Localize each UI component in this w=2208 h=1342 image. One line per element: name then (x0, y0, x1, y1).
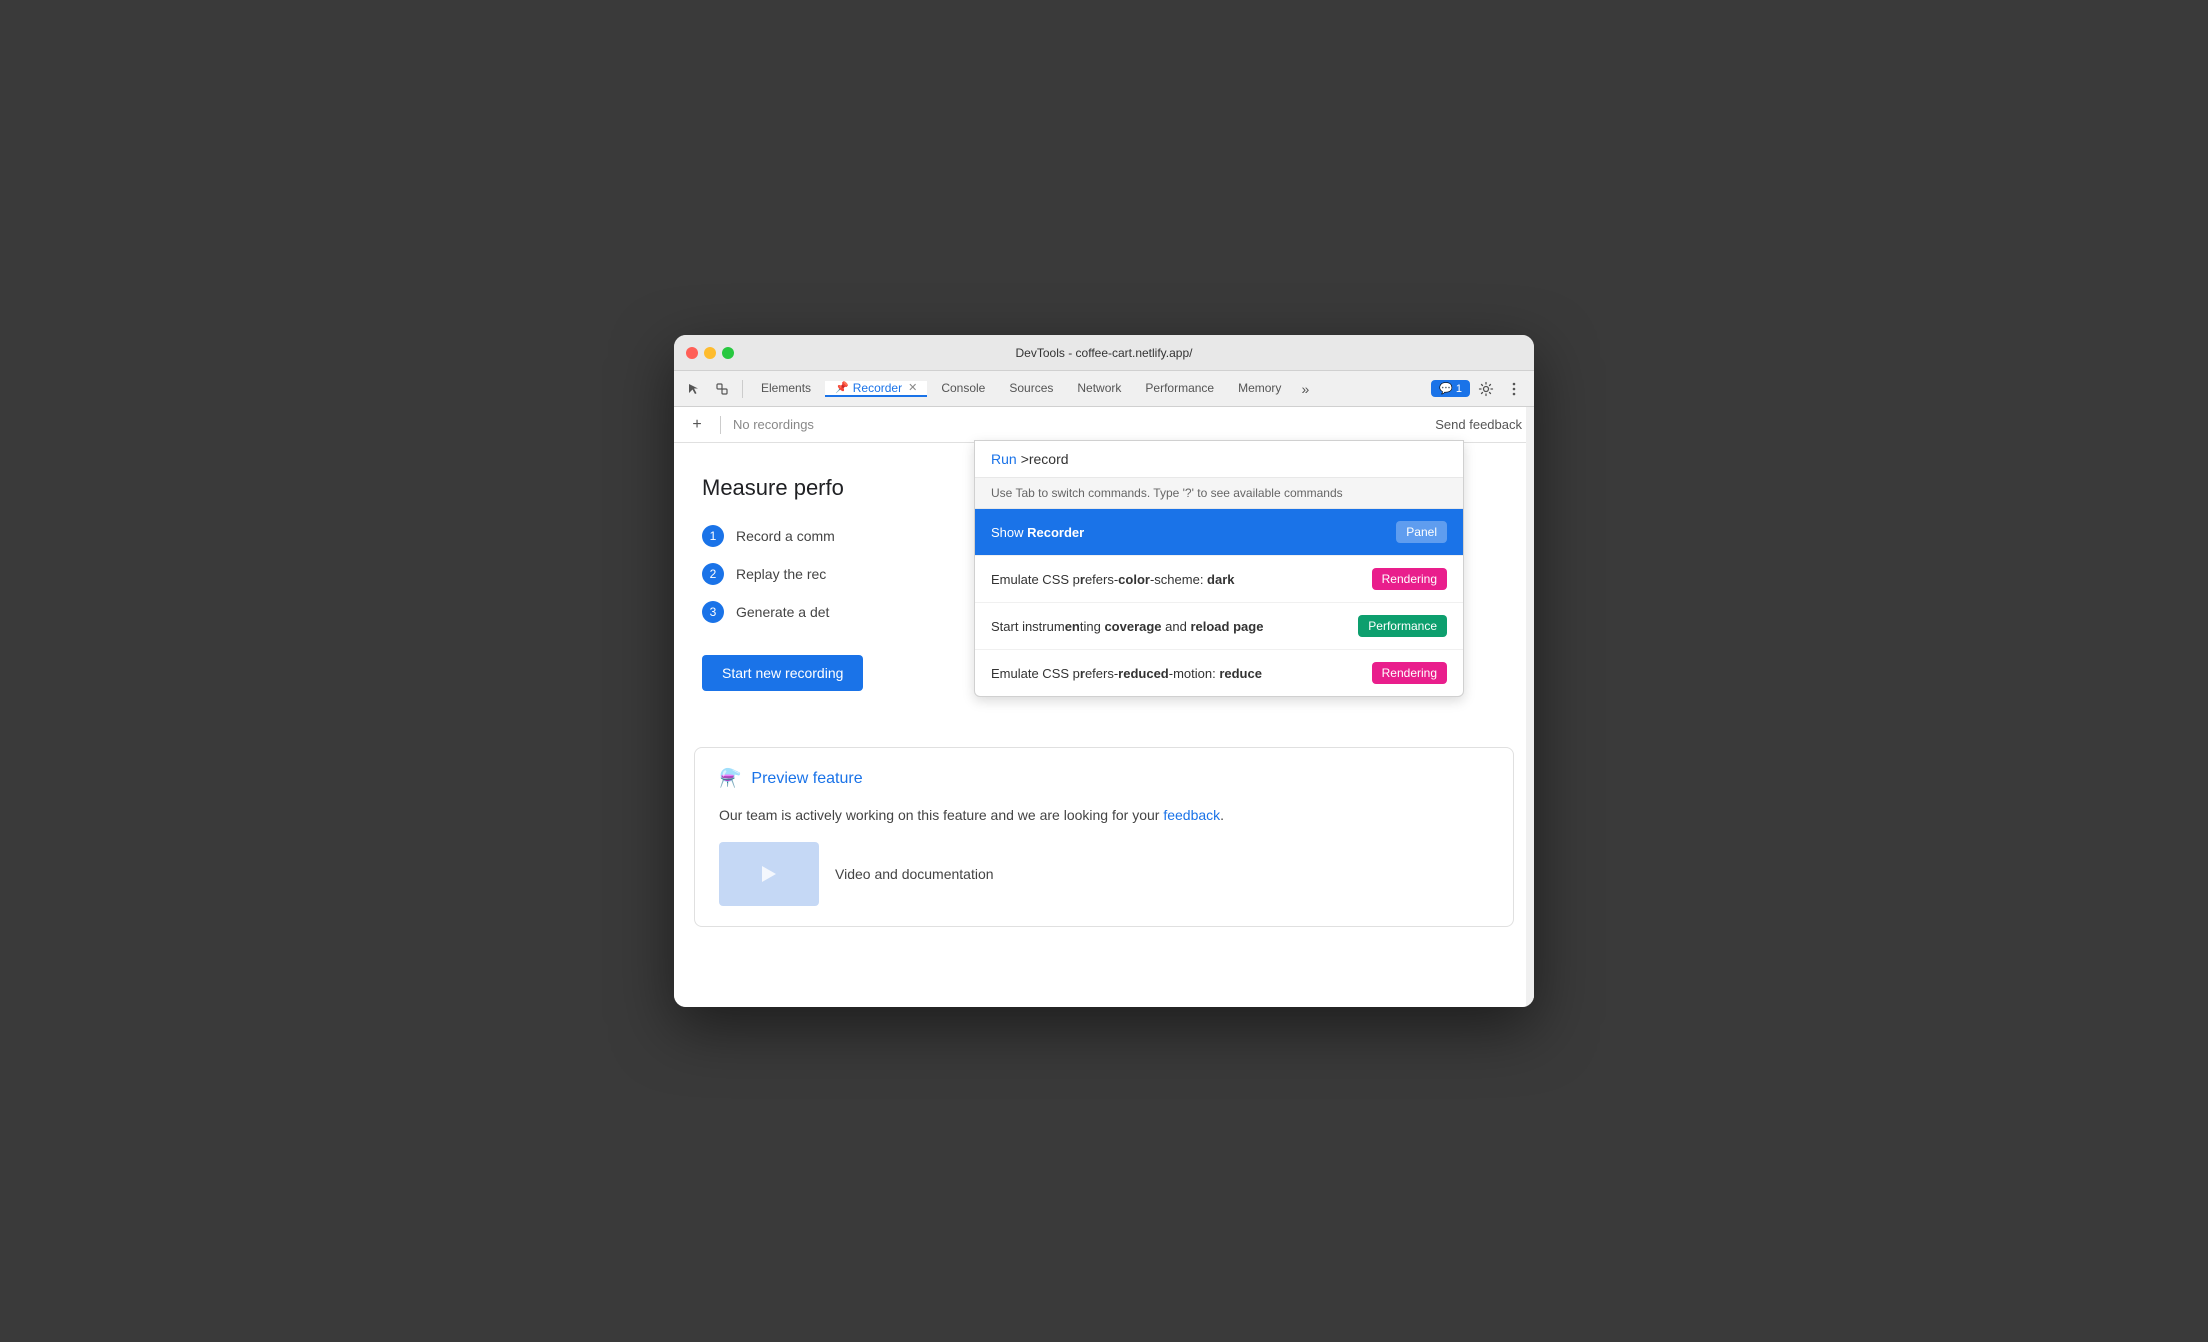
tab-performance[interactable]: Performance (1135, 381, 1224, 397)
performance-badge[interactable]: Performance (1358, 615, 1447, 637)
preview-description: Our team is actively working on this fea… (719, 805, 1489, 826)
chat-icon: 💬 (1439, 382, 1453, 395)
cmd-item-show-recorder[interactable]: Show Recorder Panel (975, 509, 1463, 556)
feedback-link[interactable]: feedback (1163, 807, 1220, 823)
command-items-list: Show Recorder Panel Emulate CSS prefers-… (975, 509, 1463, 696)
title-bar: DevTools - coffee-cart.netlify.app/ (674, 335, 1534, 371)
tab-close-icon[interactable]: ✕ (908, 381, 917, 394)
command-hint: Use Tab to switch commands. Type '?' to … (975, 478, 1463, 509)
devtools-tab-bar: Elements 📌 Recorder ✕ Console Sources Ne… (674, 371, 1534, 407)
settings-icon[interactable] (1474, 377, 1498, 401)
tab-recorder[interactable]: 📌 Recorder ✕ (825, 381, 927, 397)
inspect-icon[interactable] (710, 377, 734, 401)
tab-bar-left: Elements 📌 Recorder ✕ Console Sources Ne… (682, 371, 1429, 406)
command-input-value[interactable]: >record (1021, 451, 1447, 467)
tab-elements[interactable]: Elements (751, 381, 821, 397)
cmd-item-text: Emulate CSS prefers-color-scheme: dark (991, 572, 1372, 587)
toolbar-separator (720, 416, 721, 434)
send-feedback-link[interactable]: Send feedback (1435, 417, 1522, 432)
step-text-3: Generate a det (736, 604, 829, 620)
step-number-3: 3 (702, 601, 724, 623)
panel-badge[interactable]: Panel (1396, 521, 1447, 543)
more-tabs-button[interactable]: » (1295, 381, 1315, 397)
separator (742, 380, 743, 398)
minimize-button[interactable] (704, 347, 716, 359)
cmd-item-coverage[interactable]: Start instrumenting coverage and reload … (975, 603, 1463, 650)
cmd-item-emulate-motion[interactable]: Emulate CSS prefers-reduced-motion: redu… (975, 650, 1463, 696)
step-number-2: 2 (702, 563, 724, 585)
maximize-button[interactable] (722, 347, 734, 359)
tab-memory[interactable]: Memory (1228, 381, 1291, 397)
step-number-1: 1 (702, 525, 724, 547)
start-recording-button[interactable]: Start new recording (702, 655, 863, 691)
command-palette: Run >record Use Tab to switch commands. … (974, 440, 1464, 697)
traffic-lights (686, 347, 734, 359)
tab-network[interactable]: Network (1067, 381, 1131, 397)
window-title: DevTools - coffee-cart.netlify.app/ (1016, 346, 1193, 360)
preview-feature-box: ⚗️ Preview feature Our team is actively … (694, 747, 1514, 927)
feedback-badge[interactable]: 💬 1 (1431, 380, 1470, 397)
cmd-item-emulate-dark[interactable]: Emulate CSS prefers-color-scheme: dark R… (975, 556, 1463, 603)
cmd-item-text: Start instrumenting coverage and reload … (991, 619, 1358, 634)
video-doc-label: Video and documentation (835, 866, 994, 882)
cmd-item-text: Emulate CSS prefers-reduced-motion: redu… (991, 666, 1372, 681)
flask-icon: ⚗️ (719, 768, 741, 789)
video-doc-section: Video and documentation (719, 842, 1489, 906)
preview-title: Preview feature (751, 770, 862, 788)
step-text-1: Record a comm (736, 528, 835, 544)
run-label: Run (991, 451, 1017, 467)
tab-console[interactable]: Console (931, 381, 995, 397)
cursor-icon[interactable] (682, 377, 706, 401)
step-text-2: Replay the rec (736, 566, 826, 582)
tab-sources[interactable]: Sources (999, 381, 1063, 397)
close-button[interactable] (686, 347, 698, 359)
devtools-window: DevTools - coffee-cart.netlify.app/ Elem… (674, 335, 1534, 1007)
command-input-row: Run >record (975, 441, 1463, 478)
no-recordings-label: No recordings (733, 417, 814, 432)
preview-header: ⚗️ Preview feature (719, 768, 1489, 789)
devtools-body: + No recordings Send feedback Measure pe… (674, 407, 1534, 1007)
rendering-badge-2[interactable]: Rendering (1372, 662, 1447, 684)
more-options-icon[interactable] (1502, 377, 1526, 401)
recorder-pin-icon: 📌 (835, 381, 849, 394)
scrollbar[interactable] (1526, 407, 1534, 1007)
video-thumbnail[interactable] (719, 842, 819, 906)
recorder-toolbar: + No recordings Send feedback (674, 407, 1534, 443)
tab-bar-right: 💬 1 (1431, 371, 1526, 406)
add-recording-button[interactable]: + (686, 414, 708, 436)
cmd-item-text: Show Recorder (991, 525, 1396, 540)
rendering-badge-1[interactable]: Rendering (1372, 568, 1447, 590)
